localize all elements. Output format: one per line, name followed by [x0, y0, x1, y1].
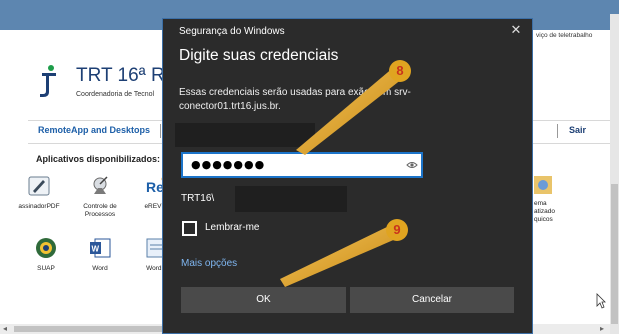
redacted-username	[175, 123, 315, 147]
domain-prefix: TRT16\	[181, 193, 215, 204]
nav-divider	[160, 124, 161, 138]
ok-button[interactable]: OK	[181, 287, 346, 313]
app-icon-partial	[534, 176, 552, 194]
app-tile-word[interactable]: W Word	[74, 236, 126, 273]
cancel-button[interactable]: Cancelar	[350, 287, 514, 313]
dialog-caption: Segurança do Windows	[179, 26, 285, 37]
redacted-domain-user	[235, 186, 347, 212]
scroll-left-icon[interactable]: ◂	[3, 324, 7, 333]
dialog-description: Essas credenciais serão usadas para exão…	[179, 87, 411, 112]
password-field[interactable]: ●●●●●●●	[181, 152, 423, 178]
app-label: assinadorPDF	[18, 203, 60, 210]
scrollbar-thumb[interactable]	[611, 184, 618, 324]
credentials-dialog: Segurança do Windows ✕ Digite suas crede…	[162, 18, 533, 334]
remember-me-label[interactable]: Lembrar-me	[205, 222, 259, 233]
more-options-link[interactable]: Mais opções	[181, 258, 237, 269]
close-icon[interactable]: ✕	[505, 21, 527, 41]
dialog-heading: Digite suas credenciais	[179, 47, 339, 64]
vertical-scrollbar[interactable]	[610, 14, 619, 334]
remember-me-checkbox[interactable]	[182, 221, 197, 236]
svg-text:W: W	[92, 245, 100, 254]
apps-heading: Aplicativos disponibilizados:	[36, 154, 161, 164]
app-label-partial: ema atizado quicos	[534, 200, 555, 223]
seal-icon	[36, 238, 56, 258]
banner-text: viço de teletrabalho	[536, 32, 593, 39]
sign-out-link[interactable]: Sair	[569, 125, 586, 135]
app-tile-assinadorpdf[interactable]: assinadorPDF	[13, 174, 65, 211]
app-label: Controle de Processos	[83, 203, 117, 218]
callout-badge-9: 9	[386, 219, 408, 241]
scroll-right-icon[interactable]: ▸	[600, 324, 604, 333]
app-tile-controle-de-processos[interactable]: Controle de Processos	[74, 174, 126, 219]
mouse-cursor-icon	[596, 293, 606, 309]
satellite-icon	[93, 176, 108, 194]
app-tile-suap[interactable]: SUAP	[20, 236, 72, 273]
app-label: SUAP	[37, 265, 55, 272]
pen-sign-icon	[28, 176, 50, 196]
org-subtitle: Coordenadoria de Tecnol	[76, 91, 155, 98]
password-mask: ●●●●●●●	[191, 158, 266, 171]
word-icon: W	[90, 238, 111, 258]
nav-divider	[557, 124, 558, 138]
eye-icon[interactable]	[406, 159, 418, 171]
remoteapp-link[interactable]: RemoteApp and Desktops	[38, 125, 150, 135]
trt-logo-icon	[40, 65, 56, 97]
callout-badge-8: 8	[389, 60, 411, 82]
app-label: Word	[92, 265, 108, 272]
